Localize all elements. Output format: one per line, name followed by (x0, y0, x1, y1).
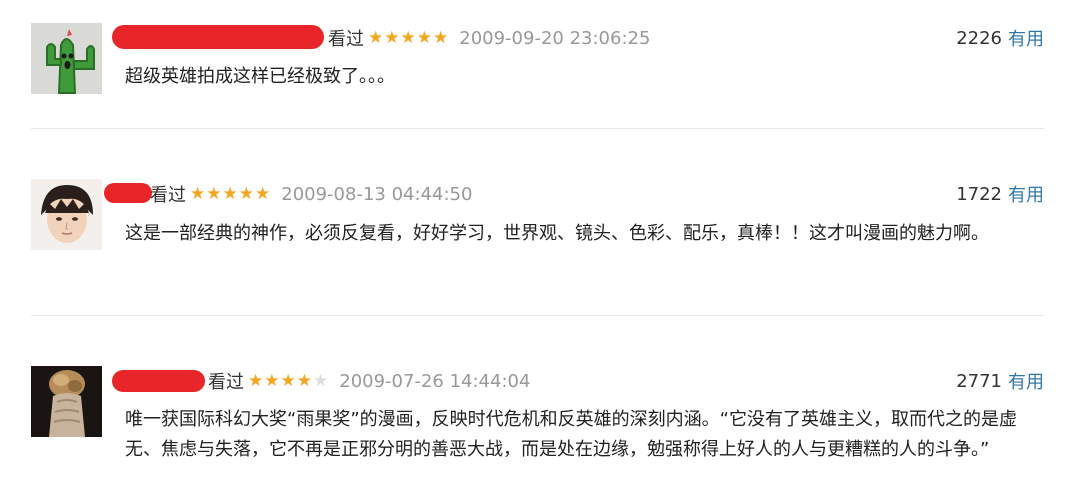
photo-avatar-icon[interactable] (31, 366, 102, 437)
comment-text: 这是一部经典的神作，必须反复看，好好学习，世界观、镜头、色彩、配乐，真棒！！这才… (125, 223, 989, 244)
vote-count: 1722 (956, 183, 1002, 205)
useful-button[interactable]: 有用 (1008, 181, 1044, 207)
star-icon: ★ (264, 370, 280, 391)
comment-meta: 看过 ★ ★ ★ ★ ★ 2009-08-13 04:44:50 (150, 180, 472, 208)
star-icon: ★ (433, 27, 449, 48)
vote-count: 2226 (956, 27, 1002, 49)
rating-stars: ★ ★ ★ ★ ★ (190, 183, 271, 204)
comment-time: 2009-07-26 14:44:04 (339, 370, 531, 392)
star-icon: ★ (384, 27, 400, 48)
redacted-username (112, 370, 205, 392)
star-icon: ★ (222, 183, 238, 204)
star-icon: ★ (190, 183, 206, 204)
vote-area: 2771 有用 (956, 367, 1044, 395)
watch-status: 看过 (150, 185, 186, 206)
comment-text: 超级英雄拍成这样已经极致了。。。 (125, 66, 395, 87)
useful-button[interactable]: 有用 (1008, 25, 1044, 51)
comment-time: 2009-09-20 23:06:25 (459, 27, 651, 49)
vote-area: 2226 有用 (956, 24, 1044, 52)
useful-button[interactable]: 有用 (1008, 368, 1044, 394)
rating-stars: ★ ★ ★ ★ ★ (248, 370, 329, 391)
comment-meta: 看过 ★ ★ ★ ★ ★ 2009-07-26 14:44:04 (208, 367, 530, 395)
watch-status: 看过 (328, 29, 364, 50)
watch-status: 看过 (208, 372, 244, 393)
divider (31, 128, 1044, 129)
person-avatar-icon[interactable] (31, 179, 102, 250)
redacted-username (104, 183, 152, 203)
star-icon: ★ (416, 27, 432, 48)
star-icon: ★ (248, 370, 264, 391)
redacted-username (112, 25, 324, 49)
comment-meta: 看过 ★ ★ ★ ★ ★ 2009-09-20 23:06:25 (328, 24, 650, 52)
divider (31, 315, 1044, 316)
rating-stars: ★ ★ ★ ★ ★ (368, 27, 449, 48)
star-icon: ★ (296, 370, 312, 391)
star-icon: ★ (280, 370, 296, 391)
star-empty-icon: ★ (313, 370, 329, 391)
star-icon: ★ (368, 27, 384, 48)
vote-count: 2771 (956, 370, 1002, 392)
star-icon: ★ (238, 183, 254, 204)
vote-area: 1722 有用 (956, 180, 1044, 208)
star-icon: ★ (400, 27, 416, 48)
comment-time: 2009-08-13 04:44:50 (281, 183, 473, 205)
cactus-avatar-icon[interactable] (31, 23, 102, 94)
star-icon: ★ (255, 183, 271, 204)
comment-text: 唯一获国际科幻大奖“雨果奖”的漫画，反映时代危机和反英雄的深刻内涵。“它没有了英… (125, 409, 1017, 460)
star-icon: ★ (206, 183, 222, 204)
